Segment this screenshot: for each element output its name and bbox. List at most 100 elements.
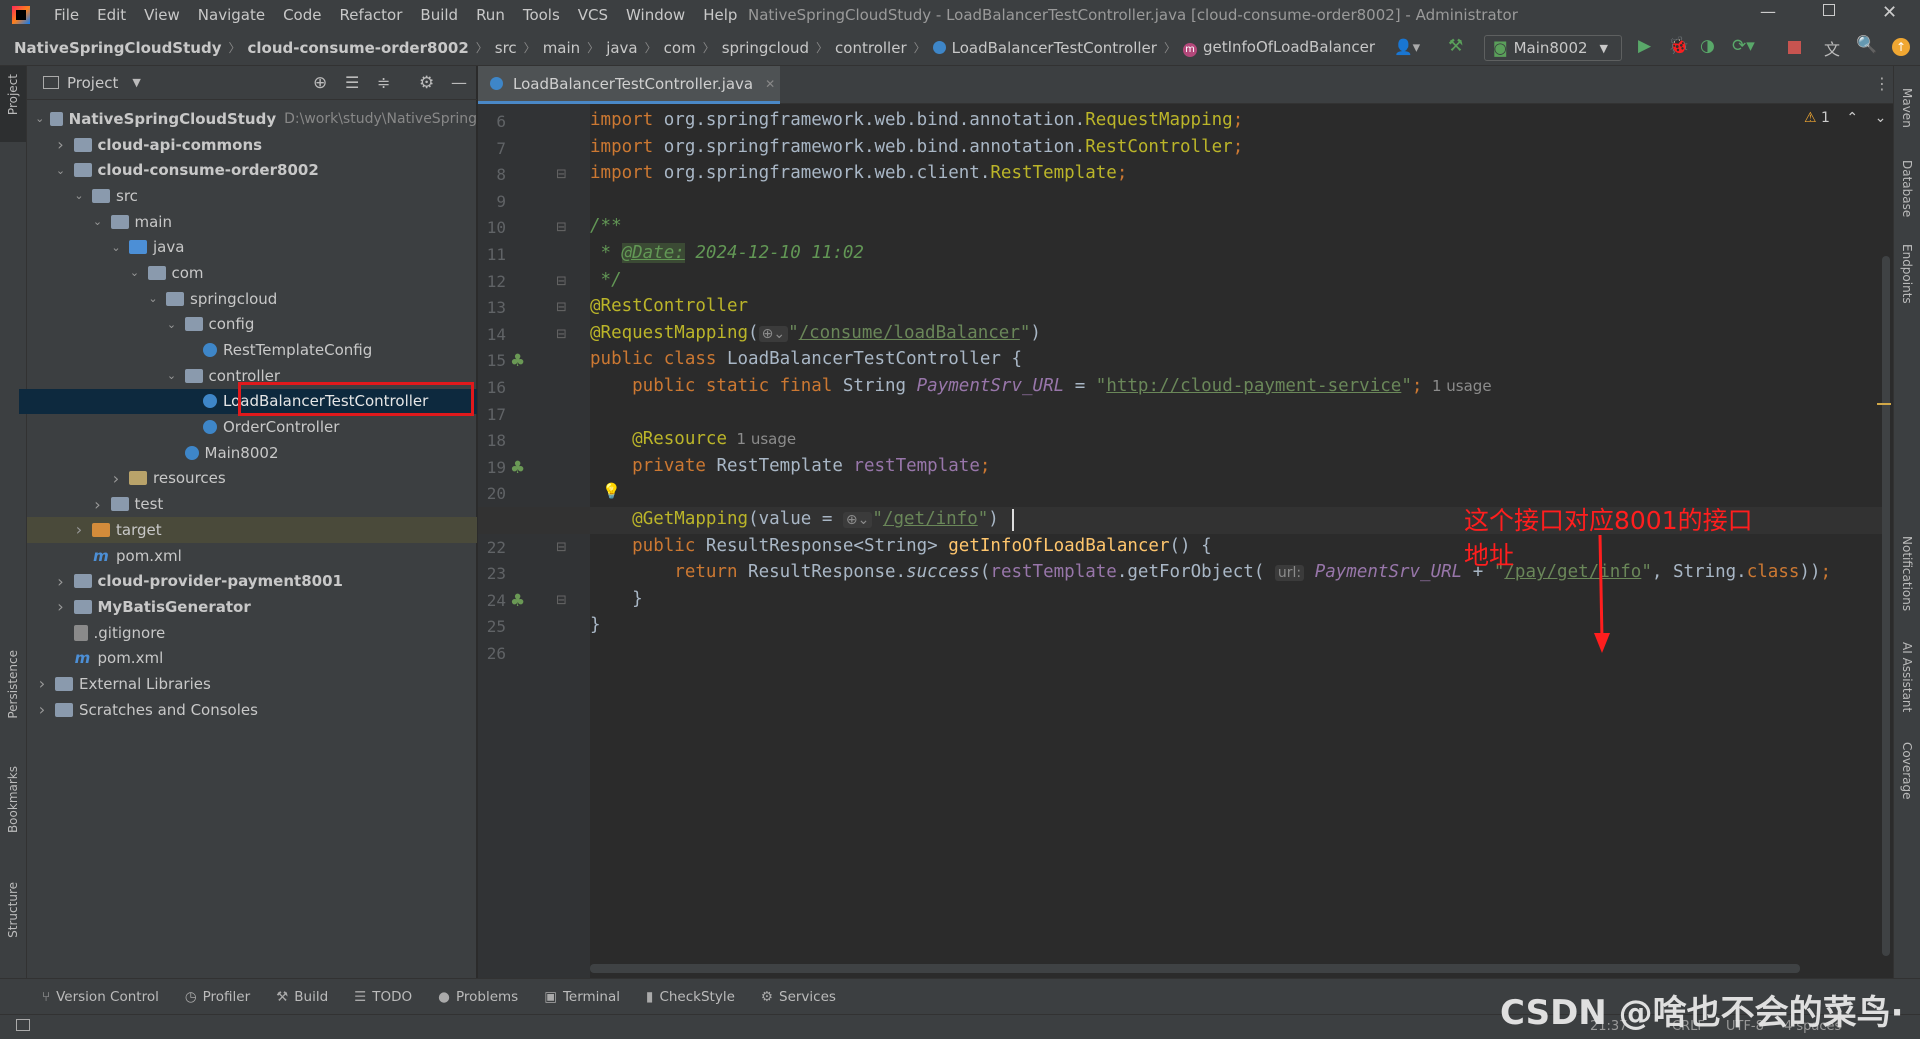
chevron-down-icon[interactable]: ⌄ <box>146 292 160 305</box>
fold-icon[interactable]: ⊟ <box>556 167 567 182</box>
tree-item-mybatisgenerator[interactable]: › MyBatisGenerator <box>27 594 477 620</box>
tab-loadbalancertestcontroller[interactable]: LoadBalancerTestController.java ✕ <box>478 66 780 104</box>
bottom-tool-problems[interactable]: ● Problems <box>438 989 518 1005</box>
search-icon[interactable]: 🔍 <box>1856 35 1877 55</box>
tree-item-config[interactable]: ⌄ config <box>27 312 477 338</box>
chevron-down-icon[interactable]: ⌄ <box>91 215 105 228</box>
run-config-select[interactable]: ◙ Main8002 ▼ <box>1484 35 1622 61</box>
tree-item-java[interactable]: ⌄ java <box>27 234 477 260</box>
menu-item-build[interactable]: Build <box>412 6 466 24</box>
breadcrumb-item[interactable]: springcloud <box>722 39 809 57</box>
update-icon[interactable]: ↑ <box>1892 38 1910 56</box>
tree-item-scratches-and-consoles[interactable]: › Scratches and Consoles <box>27 697 477 723</box>
tree-item-ordercontroller[interactable]: OrderController <box>27 414 477 440</box>
debug-icon[interactable]: 🐞 <box>1668 36 1689 56</box>
breadcrumb-item[interactable]: cloud-consume-order8002 <box>248 39 469 57</box>
tree-item-src[interactable]: ⌄ src <box>27 183 477 209</box>
chevron-down-icon[interactable]: ⌄ <box>128 266 142 279</box>
tree-item-pom-xml[interactable]: m pom.xml <box>27 543 477 569</box>
menu-item-run[interactable]: Run <box>468 6 513 24</box>
chevron-right-icon[interactable]: › <box>35 700 49 719</box>
close-button[interactable]: ✕ <box>1882 2 1897 23</box>
chevron-down-icon[interactable]: ▼ <box>132 76 140 89</box>
tree-item-cloud-consume-order8002[interactable]: ⌄ cloud-consume-order8002 <box>27 157 477 183</box>
left-tool-bookmarks[interactable]: Bookmarks <box>6 766 20 833</box>
fold-icon[interactable]: ⊟ <box>556 300 567 315</box>
menu-item-file[interactable]: File <box>46 6 87 24</box>
spring-bean-icon[interactable]: ♣ <box>510 458 525 478</box>
intention-bulb-icon[interactable]: 💡 <box>602 482 621 500</box>
collapse-all-icon[interactable]: ≑ <box>377 73 390 92</box>
chevron-down-icon[interactable]: ⌄ <box>165 369 179 382</box>
hide-panel-icon[interactable]: — <box>451 73 467 92</box>
breadcrumb-item[interactable]: NativeSpringCloudStudy <box>14 39 221 57</box>
tree-item-external-libraries[interactable]: › External Libraries <box>27 671 477 697</box>
left-tool-persistence[interactable]: Persistence <box>6 650 20 719</box>
project-view-select[interactable]: Project <box>67 74 118 92</box>
bottom-tool-build[interactable]: ⚒ Build <box>276 989 328 1005</box>
tree-item-main8002[interactable]: Main8002 <box>27 440 477 466</box>
menu-item-window[interactable]: Window <box>618 6 693 24</box>
inspection-widget[interactable]: ⚠ 1 ⌃ ⌄ <box>1804 110 1886 126</box>
menu-item-vcs[interactable]: VCS <box>570 6 616 24</box>
tree-item-resources[interactable]: › resources <box>27 466 477 492</box>
tree-item-resttemplateconfig[interactable]: RestTemplateConfig <box>27 337 477 363</box>
settings-gear-icon[interactable]: ⚙ <box>419 73 434 93</box>
tree-item-cloud-api-commons[interactable]: › cloud-api-commons <box>27 132 477 158</box>
tab-options-icon[interactable]: ⋮ <box>1874 74 1890 93</box>
menu-item-tools[interactable]: Tools <box>515 6 568 24</box>
tree-item-springcloud[interactable]: ⌄ springcloud <box>27 286 477 312</box>
right-tool-maven[interactable]: Maven <box>1900 88 1914 128</box>
menu-item-help[interactable]: Help <box>695 6 745 24</box>
menu-item-navigate[interactable]: Navigate <box>190 6 273 24</box>
menu-item-code[interactable]: Code <box>275 6 329 24</box>
tree-item-main[interactable]: ⌄ main <box>27 209 477 235</box>
stop-icon[interactable] <box>1788 41 1801 54</box>
bottom-tool-services[interactable]: ⚙ Services <box>761 989 836 1005</box>
fold-icon[interactable]: ⊟ <box>556 274 567 289</box>
menu-item-view[interactable]: View <box>136 6 188 24</box>
bottom-tool-checkstyle[interactable]: ▮ CheckStyle <box>646 989 735 1005</box>
right-tool-endpoints[interactable]: Endpoints <box>1900 244 1914 304</box>
chevron-right-icon[interactable]: › <box>109 469 123 488</box>
restore-button[interactable] <box>1823 4 1835 16</box>
run-icon[interactable]: ▶ <box>1638 36 1651 56</box>
profile-icon[interactable]: ⟳▾ <box>1732 36 1755 56</box>
right-tool-ai-assistant[interactable]: AI Assistant <box>1900 642 1914 712</box>
tree-item--gitignore[interactable]: .gitignore <box>27 620 477 646</box>
bottom-tool-todo[interactable]: ☰ TODO <box>354 989 412 1005</box>
breadcrumb-item[interactable]: com <box>664 39 696 57</box>
prev-highlight-icon[interactable]: ⌃ <box>1846 110 1858 126</box>
left-tool-project[interactable]: Project <box>0 66 26 142</box>
fold-icon[interactable]: ⊟ <box>556 593 567 608</box>
right-tool-notifications[interactable]: Notifications <box>1900 536 1914 611</box>
user-icon[interactable]: 👤▾ <box>1394 38 1420 56</box>
menu-item-edit[interactable]: Edit <box>89 6 134 24</box>
tree-item-pom-xml[interactable]: m pom.xml <box>27 645 477 671</box>
breadcrumb-item[interactable]: java <box>606 39 637 57</box>
fold-icon[interactable]: ⊟ <box>556 220 567 235</box>
next-highlight-icon[interactable]: ⌄ <box>1875 110 1887 126</box>
chevron-down-icon[interactable]: ⌄ <box>35 112 44 125</box>
spring-bean-icon[interactable]: ♣ <box>510 591 525 611</box>
left-tool-structure[interactable]: Structure <box>6 882 20 938</box>
chevron-down-icon[interactable]: ⌄ <box>109 241 123 254</box>
build-hammer-icon[interactable]: ⚒ <box>1448 36 1463 56</box>
breadcrumb-item[interactable]: main <box>543 39 580 57</box>
tree-item-test[interactable]: › test <box>27 491 477 517</box>
tree-item-com[interactable]: ⌄ com <box>27 260 477 286</box>
right-tool-database[interactable]: Database <box>1900 160 1914 217</box>
chevron-right-icon[interactable]: › <box>54 597 68 616</box>
layout-icon[interactable] <box>16 1019 30 1031</box>
bottom-tool-terminal[interactable]: ▣ Terminal <box>544 989 620 1005</box>
translate-icon[interactable]: 文 <box>1824 36 1840 60</box>
locate-icon[interactable]: ⊕ <box>313 73 327 93</box>
tree-item-nativespringcloudstudy[interactable]: ⌄ NativeSpringCloudStudy D:\work\study\Nat… <box>27 106 477 132</box>
horizontal-scrollbar[interactable] <box>590 964 1800 973</box>
coverage-icon[interactable]: ◑ <box>1700 36 1715 56</box>
chevron-right-icon[interactable]: › <box>72 520 86 539</box>
editor-scrollbar[interactable] <box>1882 256 1890 956</box>
breadcrumb-item[interactable]: m getInfoOfLoadBalancer <box>1182 38 1375 57</box>
chevron-right-icon[interactable]: › <box>91 495 105 514</box>
bottom-tool-version-control[interactable]: ⑂ Version Control <box>42 989 159 1005</box>
